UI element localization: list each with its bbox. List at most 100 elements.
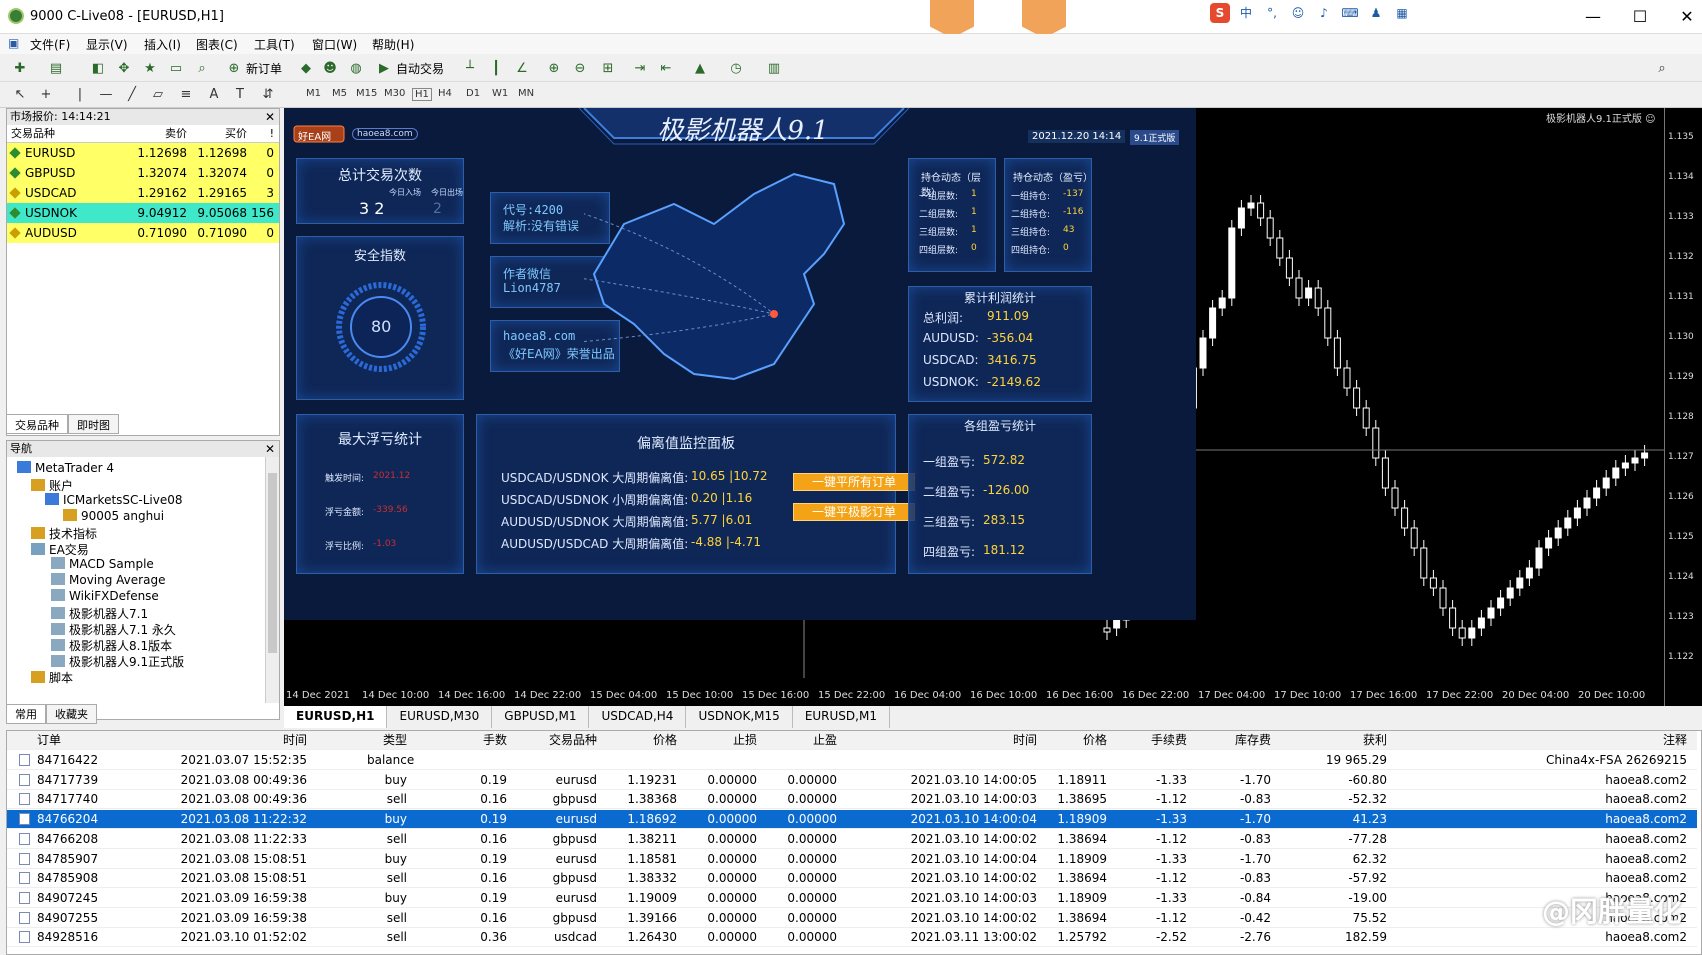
tf-m5[interactable]: M5 bbox=[332, 88, 347, 99]
sogou-icon[interactable]: S bbox=[1210, 3, 1230, 23]
people-icon[interactable]: ☻ bbox=[320, 58, 340, 78]
tf-mn[interactable]: MN bbox=[518, 88, 534, 99]
terminal-row[interactable]: 84766204 2021.03.08 11:22:32 buy 0.19 eurusd… bbox=[7, 810, 1697, 830]
terminal-row[interactable]: 84766208 2021.03.08 11:22:33 sell 0.16 gbpus… bbox=[7, 830, 1697, 849]
auto-trade-button[interactable]: 自动交易 bbox=[396, 60, 444, 77]
nav-item[interactable]: EA交易 bbox=[31, 541, 89, 558]
scrollbar-thumb[interactable] bbox=[268, 473, 277, 653]
tf-h1[interactable]: H1 bbox=[412, 88, 432, 101]
menu-tools[interactable]: 工具(T) bbox=[254, 36, 295, 53]
indicators-icon[interactable]: ▲ bbox=[690, 58, 710, 78]
nav-item[interactable]: 技术指标 bbox=[31, 525, 97, 542]
nav-item[interactable]: Moving Average bbox=[51, 573, 165, 587]
templates-icon[interactable]: ▥ bbox=[764, 58, 784, 78]
globe-icon[interactable]: ◍ bbox=[346, 58, 366, 78]
tab-tick-chart[interactable]: 即时图 bbox=[68, 414, 119, 434]
terminal-col-header[interactable]: 注释 bbox=[1407, 731, 1687, 750]
skin-icon[interactable]: ♟ bbox=[1366, 3, 1386, 23]
chart-window[interactable]: 极影机器人9.1正式版 ☺ 极影机器人9.1 好EA网 haoea8.com 2… bbox=[284, 108, 1702, 706]
terminal-row[interactable]: 84928516 2021.03.10 01:52:02 sell 0.36 usdca… bbox=[7, 928, 1697, 948]
nav-item[interactable]: 极影机器人7.1 永久 bbox=[51, 621, 176, 638]
terminal-icon[interactable]: ▭ bbox=[166, 58, 186, 78]
terminal-col-header[interactable]: 库存费 bbox=[1221, 731, 1271, 750]
tf-h4[interactable]: H4 bbox=[438, 88, 452, 99]
tile-windows-icon[interactable]: ⊞ bbox=[598, 58, 618, 78]
tab-common[interactable]: 常用 bbox=[6, 704, 46, 724]
emoji-icon[interactable]: ☺ bbox=[1288, 3, 1308, 23]
fibonacci-icon[interactable]: ≡ bbox=[176, 84, 196, 104]
chart-tab[interactable]: EURUSD,M30 bbox=[387, 706, 493, 728]
crosshair-icon[interactable]: + bbox=[36, 84, 56, 104]
col-symbol[interactable]: 交易品种 bbox=[7, 125, 127, 142]
navigator-icon[interactable]: ★ bbox=[140, 58, 160, 78]
nav-item[interactable]: 账户 bbox=[31, 477, 73, 494]
terminal-col-header[interactable]: 时间 bbox=[857, 731, 1037, 750]
horizontal-line-icon[interactable]: — bbox=[96, 84, 116, 104]
terminal-col-header[interactable]: 价格 bbox=[1047, 731, 1107, 750]
label-icon[interactable]: T bbox=[230, 84, 250, 104]
terminal-row[interactable]: 84717740 2021.03.08 00:49:36 sell 0.16 gbpus… bbox=[7, 790, 1697, 810]
zoom-in-icon[interactable]: ⊕ bbox=[544, 58, 564, 78]
navigator-scrollbar[interactable] bbox=[265, 457, 279, 703]
market-watch-icon[interactable]: ◧ bbox=[88, 58, 108, 78]
nav-item[interactable]: 脚本 bbox=[31, 669, 73, 686]
close-icon[interactable]: ✕ bbox=[265, 441, 275, 457]
tester-icon[interactable]: ⌕ bbox=[192, 58, 212, 78]
candle-chart-icon[interactable]: ┃ bbox=[486, 58, 506, 78]
chart-tab[interactable]: GBPUSD,M1 bbox=[492, 706, 590, 728]
menu-view[interactable]: 显示(V) bbox=[86, 36, 128, 53]
terminal-col-header[interactable]: 订单 bbox=[37, 731, 127, 750]
keyboard-icon[interactable]: ⌨ bbox=[1340, 3, 1360, 23]
new-order-icon[interactable]: ⊕ bbox=[224, 58, 244, 78]
nav-item[interactable]: MACD Sample bbox=[51, 557, 154, 571]
ime-chinese-icon[interactable]: 中 bbox=[1236, 3, 1256, 23]
terminal-col-header[interactable]: 交易品种 bbox=[517, 731, 597, 750]
auto-trade-icon[interactable]: ▶ bbox=[374, 58, 394, 78]
zoom-out-icon[interactable]: ⊖ bbox=[570, 58, 590, 78]
cursor-icon[interactable]: ↖ bbox=[10, 84, 30, 104]
terminal-col-header[interactable]: 时间 bbox=[137, 731, 307, 750]
terminal-row[interactable]: 84716422 2021.03.07 15:52:35 balance 19 965… bbox=[7, 751, 1697, 770]
nav-item[interactable]: 90005 anghui bbox=[63, 509, 164, 523]
terminal-col-header[interactable]: 手数 bbox=[467, 731, 507, 750]
mic-icon[interactable]: ♪ bbox=[1314, 3, 1334, 23]
menu-insert[interactable]: 插入(I) bbox=[144, 36, 181, 53]
menu-file[interactable]: 文件(F) bbox=[30, 36, 70, 53]
nav-item[interactable]: 极影机器人7.1 bbox=[51, 605, 148, 622]
vertical-line-icon[interactable]: | bbox=[70, 84, 90, 104]
nav-item[interactable]: 极影机器人8.1版本 bbox=[51, 637, 172, 654]
terminal-col-header[interactable]: 类型 bbox=[367, 731, 407, 750]
minimize-button[interactable]: — bbox=[1578, 6, 1608, 28]
new-order-button[interactable]: 新订单 bbox=[246, 60, 282, 77]
new-chart-icon[interactable]: ✚ bbox=[10, 58, 30, 78]
tab-favorites[interactable]: 收藏夹 bbox=[46, 704, 97, 724]
market-watch-row[interactable]: EURUSD 1.12698 1.12698 0 bbox=[7, 143, 279, 163]
tf-m30[interactable]: M30 bbox=[384, 88, 405, 99]
terminal-row[interactable]: 84907255 2021.03.09 16:59:38 sell 0.16 gbpus… bbox=[7, 909, 1697, 928]
col-bid[interactable]: 卖价 bbox=[127, 125, 187, 142]
arrows-icon[interactable]: ⇵ bbox=[258, 84, 278, 104]
nav-item[interactable]: ICMarketsSC-Live08 bbox=[45, 493, 183, 507]
metaeditor-icon[interactable]: ◆ bbox=[296, 58, 316, 78]
tab-symbols[interactable]: 交易品种 bbox=[6, 414, 68, 434]
close-icon[interactable]: ✕ bbox=[265, 109, 275, 125]
market-watch-row[interactable]: AUDUSD 0.71090 0.71090 0 bbox=[7, 223, 279, 243]
bar-chart-icon[interactable]: ┴ bbox=[460, 58, 480, 78]
nav-item[interactable]: WikiFXDefense bbox=[51, 589, 159, 603]
menu-window[interactable]: 窗口(W) bbox=[312, 36, 357, 53]
ime-punct-icon[interactable]: °, bbox=[1262, 3, 1282, 23]
col-spread[interactable]: ! bbox=[247, 125, 277, 142]
menu-chart[interactable]: 图表(C) bbox=[196, 36, 238, 53]
search-icon[interactable]: ⌕ bbox=[1652, 58, 1672, 78]
terminal-row[interactable]: 84785908 2021.03.08 15:08:51 sell 0.16 gbpus… bbox=[7, 869, 1697, 889]
channel-icon[interactable]: ▱ bbox=[148, 84, 168, 104]
terminal-col-header[interactable]: 价格 bbox=[617, 731, 677, 750]
tf-m15[interactable]: M15 bbox=[356, 88, 377, 99]
menu-help[interactable]: 帮助(H) bbox=[372, 36, 414, 53]
terminal-col-header[interactable]: 止盈 bbox=[777, 731, 837, 750]
close-all-orders-button[interactable]: 一键平所有订单 bbox=[793, 473, 915, 491]
tf-w1[interactable]: W1 bbox=[492, 88, 508, 99]
market-watch-row[interactable]: USDNOK 9.04912 9.05068 156 bbox=[7, 203, 279, 223]
periods-icon[interactable]: ◷ bbox=[726, 58, 746, 78]
close-ea-orders-button[interactable]: 一键平极影订单 bbox=[793, 503, 915, 521]
